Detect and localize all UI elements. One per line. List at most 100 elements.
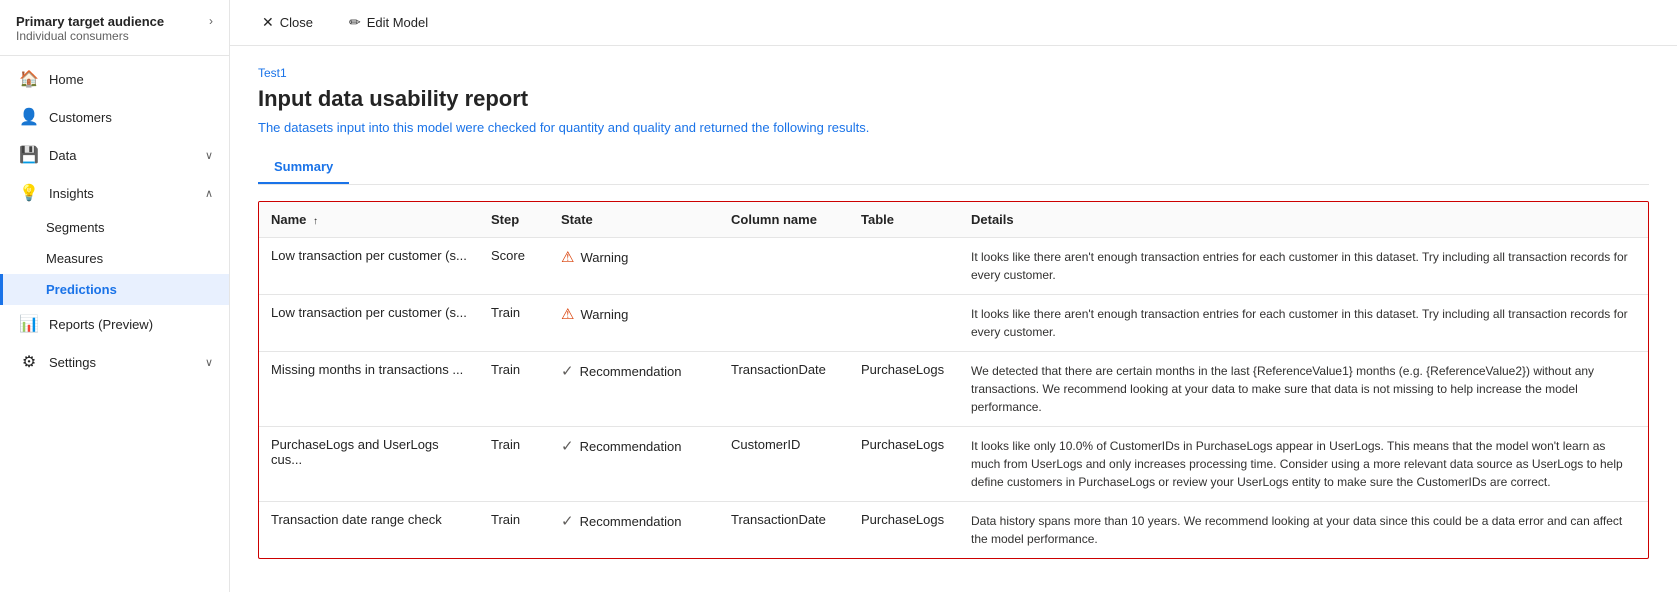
sidebar-item-label: Home <box>49 72 84 87</box>
sidebar-subtitle: Individual consumers <box>16 29 213 43</box>
recommendation-icon: ✓ <box>561 437 574 455</box>
recommendation-icon: ✓ <box>561 512 574 530</box>
warning-icon: ⚠ <box>561 248 574 266</box>
sidebar-expand-icon[interactable]: › <box>209 14 213 28</box>
chevron-down-icon: ∨ <box>205 356 213 369</box>
cell-step: Train <box>479 352 549 427</box>
sidebar-item-measures[interactable]: Measures <box>0 243 229 274</box>
state-label: Warning <box>580 307 628 322</box>
cell-name: Missing months in transactions ... <box>259 352 479 427</box>
page-description: The datasets input into this model were … <box>258 120 1649 135</box>
close-label: Close <box>280 15 313 30</box>
cell-details: We detected that there are certain month… <box>959 352 1648 427</box>
cell-table: PurchaseLogs <box>849 502 959 559</box>
sidebar-item-label: Predictions <box>46 282 117 297</box>
sidebar-item-label: Insights <box>49 186 94 201</box>
cell-details: It looks like there aren't enough transa… <box>959 295 1648 352</box>
close-icon: ✕ <box>262 14 274 31</box>
sidebar-title: Primary target audience <box>16 14 213 29</box>
cell-details: It looks like there aren't enough transa… <box>959 238 1648 295</box>
cell-column-name: TransactionDate <box>719 352 849 427</box>
cell-details: Data history spans more than 10 years. W… <box>959 502 1648 559</box>
customers-icon: 👤 <box>19 107 39 127</box>
cell-column-name: CustomerID <box>719 427 849 502</box>
cell-name: Low transaction per customer (s... <box>259 238 479 295</box>
sidebar-item-customers[interactable]: 👤 Customers <box>0 98 229 136</box>
cell-state: ⚠ Warning <box>549 295 719 352</box>
cell-step: Train <box>479 295 549 352</box>
edit-model-button[interactable]: ✏ Edit Model <box>341 10 436 35</box>
column-header-state[interactable]: State <box>549 202 719 238</box>
cell-state: ✓ Recommendation <box>549 352 719 427</box>
state-label: Warning <box>580 250 628 265</box>
cell-column-name: TransactionDate <box>719 502 849 559</box>
state-label: Recommendation <box>580 439 682 454</box>
sidebar-item-settings[interactable]: ⚙ Settings ∨ <box>0 343 229 381</box>
insights-icon: 💡 <box>19 183 39 203</box>
state-label: Recommendation <box>580 364 682 379</box>
table-row: Low transaction per customer (s... Train… <box>259 295 1648 352</box>
sidebar-item-insights[interactable]: 💡 Insights ∧ <box>0 174 229 212</box>
sort-icon: ↑ <box>313 216 318 227</box>
chevron-down-icon: ∨ <box>205 149 213 162</box>
cell-table: PurchaseLogs <box>849 427 959 502</box>
table-row: PurchaseLogs and UserLogs cus... Train ✓… <box>259 427 1648 502</box>
cell-state: ⚠ Warning <box>549 238 719 295</box>
data-icon: 💾 <box>19 145 39 165</box>
close-button[interactable]: ✕ Close <box>254 10 321 35</box>
sidebar-item-label: Customers <box>49 110 112 125</box>
sidebar-item-label: Reports (Preview) <box>49 317 153 332</box>
table-row: Missing months in transactions ... Train… <box>259 352 1648 427</box>
cell-state: ✓ Recommendation <box>549 502 719 559</box>
cell-table: PurchaseLogs <box>849 352 959 427</box>
sidebar-item-label: Settings <box>49 355 96 370</box>
sidebar-item-home[interactable]: 🏠 Home <box>0 60 229 98</box>
sidebar: › Primary target audience Individual con… <box>0 0 230 592</box>
tabs-bar: Summary <box>258 151 1649 185</box>
cell-table <box>849 295 959 352</box>
sidebar-item-predictions[interactable]: Predictions <box>0 274 229 305</box>
edit-icon: ✏ <box>349 14 361 31</box>
cell-step: Train <box>479 427 549 502</box>
sidebar-item-segments[interactable]: Segments <box>0 212 229 243</box>
reports-icon: 📊 <box>19 314 39 334</box>
cell-name: Low transaction per customer (s... <box>259 295 479 352</box>
column-header-table[interactable]: Table <box>849 202 959 238</box>
sidebar-item-label: Data <box>49 148 76 163</box>
recommendation-icon: ✓ <box>561 362 574 380</box>
cell-step: Train <box>479 502 549 559</box>
breadcrumb: Test1 <box>258 66 1649 80</box>
main-content: ✕ Close ✏ Edit Model Test1 Input data us… <box>230 0 1677 592</box>
cell-name: PurchaseLogs and UserLogs cus... <box>259 427 479 502</box>
home-icon: 🏠 <box>19 69 39 89</box>
data-table: Name ↑ Step State Column name <box>258 201 1649 559</box>
column-header-column-name[interactable]: Column name <box>719 202 849 238</box>
sidebar-item-label: Segments <box>46 220 105 235</box>
table-header-row: Name ↑ Step State Column name <box>259 202 1648 238</box>
state-label: Recommendation <box>580 514 682 529</box>
column-header-name[interactable]: Name ↑ <box>259 202 479 238</box>
column-header-details[interactable]: Details <box>959 202 1648 238</box>
cell-column-name <box>719 238 849 295</box>
warning-icon: ⚠ <box>561 305 574 323</box>
cell-table <box>849 238 959 295</box>
column-header-step[interactable]: Step <box>479 202 549 238</box>
table-row: Low transaction per customer (s... Score… <box>259 238 1648 295</box>
content-area: Test1 Input data usability report The da… <box>230 46 1677 592</box>
cell-details: It looks like only 10.0% of CustomerIDs … <box>959 427 1648 502</box>
settings-icon: ⚙ <box>19 352 39 372</box>
sidebar-header[interactable]: › Primary target audience Individual con… <box>0 0 229 56</box>
sidebar-item-data[interactable]: 💾 Data ∨ <box>0 136 229 174</box>
cell-step: Score <box>479 238 549 295</box>
sidebar-nav: 🏠 Home 👤 Customers 💾 Data ∨ 💡 Insights ∧… <box>0 56 229 592</box>
tab-summary[interactable]: Summary <box>258 151 349 184</box>
sidebar-item-reports[interactable]: 📊 Reports (Preview) <box>0 305 229 343</box>
topbar: ✕ Close ✏ Edit Model <box>230 0 1677 46</box>
chevron-up-icon: ∧ <box>205 187 213 200</box>
table-row: Transaction date range check Train ✓ Reco… <box>259 502 1648 559</box>
page-title: Input data usability report <box>258 86 1649 112</box>
cell-state: ✓ Recommendation <box>549 427 719 502</box>
edit-label: Edit Model <box>367 15 428 30</box>
cell-column-name <box>719 295 849 352</box>
cell-name: Transaction date range check <box>259 502 479 559</box>
